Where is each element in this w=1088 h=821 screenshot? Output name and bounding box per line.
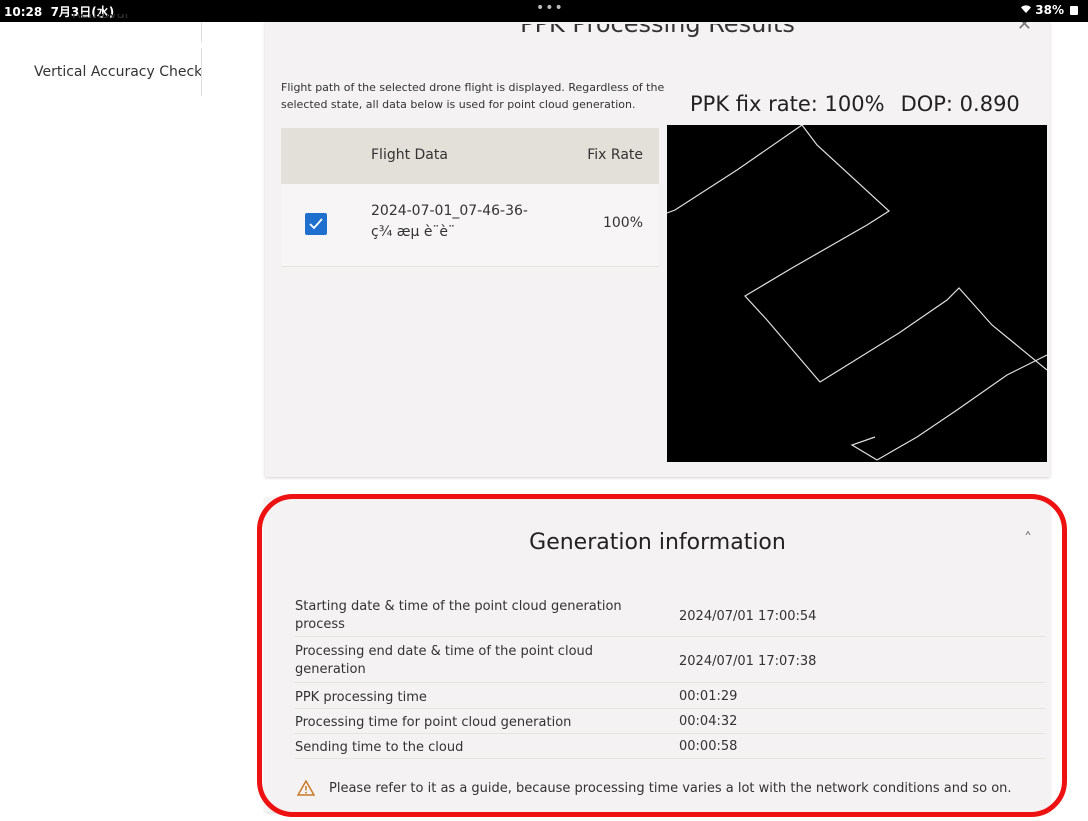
ppk-description: Flight path of the selected drone flight…: [281, 81, 665, 111]
table-header: Flight Data Fix Rate: [281, 128, 659, 184]
info-value: 00:01:29: [679, 689, 738, 704]
info-value: 00:00:58: [679, 739, 738, 754]
multitask-dots[interactable]: •••: [536, 0, 564, 16]
sidebar-divider: [201, 48, 202, 96]
wifi-icon: [1020, 3, 1032, 17]
info-label: Processing time for point cloud generati…: [295, 715, 572, 730]
flight-name: 2024-07-01_07-46-36- ç¾ æµ è¨è¨: [371, 203, 528, 240]
flight-data-table: Flight Data Fix Rate 2024-07-01_07-46-36…: [281, 128, 659, 267]
info-value: 00:04:32: [679, 714, 738, 729]
status-right: 38%: [1020, 3, 1078, 17]
generation-title: Generation information: [529, 530, 786, 555]
ppk-results-card: PPK Processing Results ✕ Flight path of …: [265, 22, 1050, 477]
info-row-ppk-time: PPK processing time 00:01:29: [295, 684, 1045, 709]
info-value: 2024/07/01 17:00:54: [679, 609, 817, 624]
battery-percent: 38%: [1035, 3, 1064, 17]
flight-checkbox[interactable]: [305, 213, 327, 235]
guide-note: Please refer to it as a guide, because p…: [297, 780, 1012, 796]
dop-value: DOP: 0.890: [900, 92, 1020, 116]
battery-icon: [1070, 5, 1078, 15]
info-label: Sending time to the cloud: [295, 740, 464, 755]
info-label: PPK processing time: [295, 690, 427, 705]
column-header-flight-data: Flight Data: [371, 147, 448, 163]
close-icon[interactable]: ✕: [1017, 22, 1032, 35]
info-label: Processing end date & time of the point …: [295, 644, 594, 677]
info-label: Starting date & time of the point cloud …: [295, 599, 622, 632]
flight-path-line: [666, 124, 1048, 461]
sidebar-item-vertical-accuracy-check[interactable]: Vertical Accuracy Check: [34, 64, 202, 80]
check-icon: [309, 218, 323, 230]
guide-note-text: Please refer to it as a guide, because p…: [329, 780, 1012, 796]
sidebar-item-removal[interactable]: Removal: [72, 14, 128, 22]
ppk-stats: PPK fix rate: 100% DOP: 0.890: [690, 92, 1020, 116]
ppk-title: PPK Processing Results: [520, 24, 795, 38]
info-row-pointcloud-time: Processing time for point cloud generati…: [295, 709, 1045, 734]
info-row-end-time: Processing end date & time of the point …: [295, 640, 1045, 683]
warning-icon: [297, 780, 315, 796]
generation-info-card: Generation information ˄ Starting date &…: [265, 497, 1050, 812]
sidebar-divider: [201, 22, 202, 42]
fix-rate: PPK fix rate: 100%: [690, 92, 885, 116]
ppk-title-container: PPK Processing Results: [265, 24, 1050, 42]
chevron-up-icon[interactable]: ˄: [1024, 529, 1032, 548]
info-value: 2024/07/01 17:07:38: [679, 654, 817, 669]
flight-path-canvas: [666, 124, 1048, 462]
status-bar: 10:28 7月3日(水) ••• 38%: [0, 0, 1088, 22]
flight-fix-rate: 100%: [602, 215, 643, 231]
info-row-cloud-time: Sending time to the cloud 00:00:58: [295, 734, 1045, 759]
table-row[interactable]: 2024-07-01_07-46-36- ç¾ æµ è¨è¨ 100%: [281, 184, 659, 267]
column-header-fix-rate: Fix Rate: [587, 147, 643, 163]
info-row-start-time: Starting date & time of the point cloud …: [295, 598, 1045, 637]
